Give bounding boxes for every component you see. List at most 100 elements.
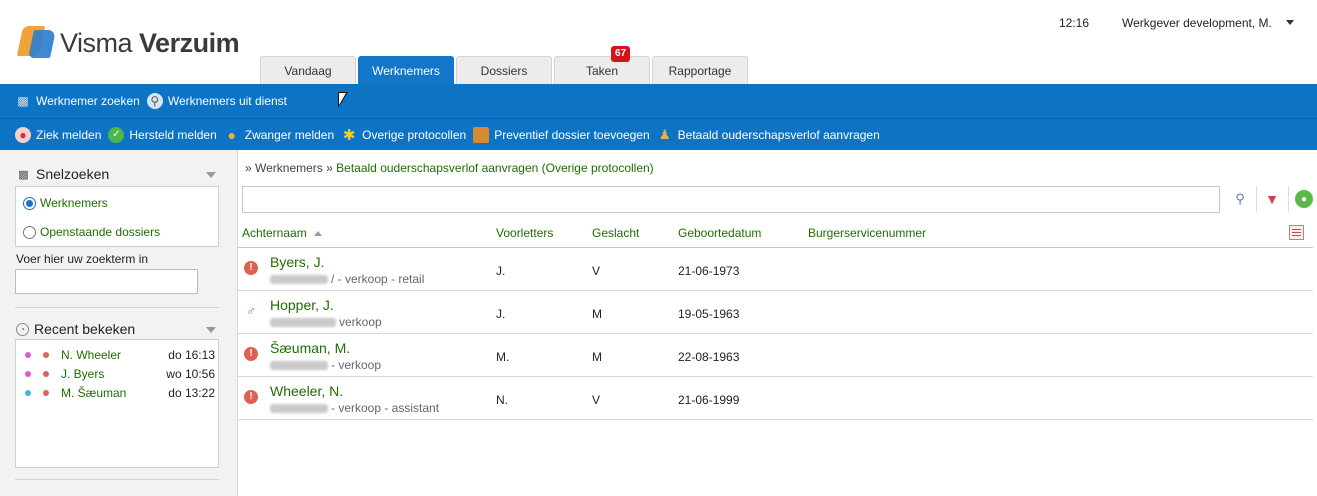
employee-department: - verkoop - assistant [331, 401, 440, 415]
radio-button[interactable] [23, 225, 36, 239]
column-header-bsn[interactable]: Burgerservicenummer [808, 226, 926, 240]
table-row[interactable]: ♂ Hopper, J. verkoop J. M 19-05-1963 [238, 291, 1313, 334]
tab-taken[interactable]: Taken 67 [554, 46, 650, 84]
sidebar-search-input[interactable] [15, 269, 198, 294]
employees-icon: ▩ [17, 94, 29, 108]
column-label: Achternaam [242, 226, 307, 240]
collapse-recent-icon[interactable] [206, 327, 216, 333]
quicksearch-title: Snelzoeken [36, 166, 110, 182]
cell-gender: V [592, 393, 601, 407]
column-header-geboortedatum[interactable]: Geboortedatum [678, 226, 761, 240]
collapse-quicksearch-icon[interactable] [206, 172, 216, 178]
type-dot-icon [25, 371, 31, 377]
report-sick-button[interactable]: ● Ziek melden [15, 126, 102, 143]
cell-gender: V [592, 264, 601, 278]
divider [1256, 186, 1257, 212]
protocol-toolbar: ● Ziek melden ✓ Hersteld melden ● Zwange… [0, 118, 1317, 150]
recent-item-name: N. Wheeler [61, 348, 122, 362]
employee-name-link[interactable]: Hopper, J. [270, 297, 334, 313]
check-icon: ✓ [108, 126, 125, 143]
radio-open-files-label: Openstaande dossiers [40, 225, 161, 239]
parental-leave-button[interactable]: ♟ Betaald ouderschapsverlof aanvragen [657, 127, 880, 143]
recent-title: Recent bekeken [34, 321, 136, 337]
employee-filter-input[interactable] [242, 186, 1220, 213]
recent-item[interactable]: J. Byers wo 10:56 [25, 366, 215, 382]
redacted-text [270, 317, 336, 327]
add-preventive-file-button[interactable]: Preventief dossier toevoegen [473, 126, 650, 143]
table-row[interactable]: ! Šæuman, M. - verkoop M. M 22-08-1963 [238, 334, 1313, 377]
employee-department: / - verkoop - retail [331, 272, 425, 286]
recent-header[interactable]: ◔ Recent bekeken [16, 321, 135, 337]
radio-button-selected[interactable] [23, 196, 36, 210]
employee-name-link[interactable]: Wheeler, N. [270, 383, 343, 399]
divider [1288, 186, 1289, 212]
cell-initials: J. [496, 307, 506, 321]
report-pregnant-button[interactable]: ● Zwanger melden [224, 126, 335, 143]
report-recovered-button[interactable]: ✓ Hersteld melden [108, 126, 217, 143]
radio-open-files[interactable]: Openstaande dossiers [23, 225, 160, 239]
breadcrumb-root[interactable]: » Werknemers » [245, 161, 333, 175]
cell-initials: N. [496, 393, 508, 407]
employee-name-link[interactable]: Byers, J. [270, 254, 324, 270]
cell-gender: M [592, 350, 602, 364]
app-header: Visma Verzuim 12:16 Werkgever developmen… [0, 0, 1317, 84]
employees-icon: ▩ [18, 168, 29, 181]
employee-name-link[interactable]: Šæuman, M. [270, 340, 350, 356]
cell-dob: 21-06-1999 [678, 393, 740, 407]
employee-toolbar: ▩ Werknemer zoeken ⚲ Werknemers uit dien… [0, 84, 1317, 118]
status-dot-icon [43, 371, 49, 377]
tasks-count-badge: 67 [611, 46, 631, 62]
report-recovered-label: Hersteld melden [129, 127, 217, 142]
report-sick-label: Ziek melden [36, 127, 102, 142]
cell-dob: 19-05-1963 [678, 307, 740, 321]
visma-verzuim-logo[interactable]: Visma Verzuim [16, 26, 240, 60]
cell-initials: J. [496, 264, 506, 278]
logo-text: Visma Verzuim [60, 27, 240, 58]
tab-werknemers[interactable]: Werknemers [358, 56, 454, 84]
type-dot-icon [25, 390, 31, 396]
filter-icon[interactable]: ▼ [1263, 190, 1281, 208]
parental-leave-icon: ♟ [658, 126, 671, 142]
other-protocols-label: Overige protocollen [362, 127, 467, 142]
employees-out-of-service-button[interactable]: ⚲ Werknemers uit dienst [146, 93, 287, 109]
type-dot-icon [25, 352, 31, 358]
column-header-voorletters[interactable]: Voorletters [496, 226, 553, 240]
pregnant-icon: ● [227, 126, 236, 143]
status-dot-icon [43, 390, 49, 396]
radio-employees-label: Werknemers [40, 196, 108, 210]
user-menu[interactable]: Werkgever development, M. [1122, 16, 1272, 30]
logo-icon [16, 26, 56, 60]
recent-item-time: do 16:13 [168, 348, 215, 362]
chevron-down-icon[interactable] [1286, 20, 1294, 25]
mouse-cursor [338, 92, 348, 108]
tab-rapportage[interactable]: Rapportage [652, 56, 748, 84]
search-out-of-service-icon: ⚲ [146, 93, 163, 109]
tab-dossiers[interactable]: Dossiers [456, 56, 552, 84]
divider [15, 307, 219, 308]
recent-item-time: do 13:22 [168, 386, 215, 400]
employee-details: verkoop [270, 315, 382, 329]
table-row[interactable]: ! Byers, J. / - verkoop - retail J. V 21… [238, 248, 1313, 291]
quicksearch-header[interactable]: ▩ Snelzoeken [16, 166, 109, 182]
tab-vandaag[interactable]: Vandaag [260, 56, 356, 84]
redacted-text [270, 403, 328, 413]
table-row[interactable]: ! Wheeler, N. - verkoop - assistant N. V… [238, 377, 1313, 420]
cell-dob: 22-08-1963 [678, 350, 740, 364]
search-icon[interactable]: ⚲ [1231, 190, 1249, 208]
column-header-geslacht[interactable]: Geslacht [592, 226, 639, 240]
globe-icon[interactable]: ● [1295, 190, 1313, 208]
column-header-achternaam[interactable]: Achternaam [242, 226, 322, 240]
add-preventive-file-label: Preventief dossier toevoegen [494, 127, 650, 142]
other-protocols-button[interactable]: ✱ Overige protocollen [341, 127, 467, 144]
recent-item[interactable]: N. Wheeler do 16:13 [25, 347, 215, 363]
employee-details: - verkoop - assistant [270, 401, 439, 415]
find-employee-button[interactable]: ▩ Werknemer zoeken [15, 93, 140, 109]
recent-item[interactable]: M. Šæuman do 13:22 [25, 385, 215, 401]
find-employee-label: Werknemer zoeken [36, 94, 140, 108]
column-settings-icon[interactable] [1289, 225, 1304, 240]
clock: 12:16 [1059, 16, 1090, 30]
recent-item-name: J. Byers [61, 367, 105, 381]
employee-details: / - verkoop - retail [270, 272, 424, 286]
radio-employees[interactable]: Werknemers [23, 196, 108, 210]
parental-leave-label: Betaald ouderschapsverlof aanvragen [677, 127, 880, 142]
